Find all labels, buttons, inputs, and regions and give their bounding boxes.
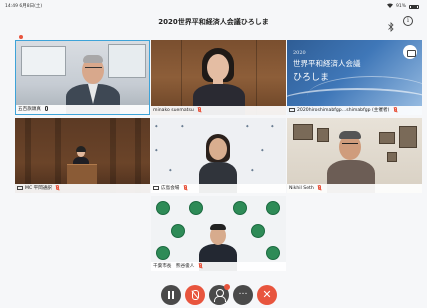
backdrop-logo: ◆ (261, 148, 264, 152)
backdrop-logo: ◆ (246, 124, 249, 128)
city-emblem (189, 201, 203, 215)
screen-icon (153, 185, 159, 190)
wall-stripe (55, 118, 61, 193)
screen-share-icon[interactable] (403, 45, 417, 59)
city-emblem (171, 224, 185, 238)
bluetooth-icon[interactable] (387, 17, 395, 32)
wifi-icon (386, 3, 393, 10)
banner-city: ひろしま (293, 73, 330, 83)
wall-picture (317, 128, 329, 142)
leave-meeting-button[interactable]: ✕ (257, 285, 277, 305)
city-emblem (156, 201, 170, 215)
backdrop-logo: ◆ (251, 168, 254, 172)
video-tile-6[interactable]: Nikhil Seth (287, 118, 422, 193)
webex-meeting-screen: 14:49 6月8日(土) 91% 2020世界平和経済人会議ひろしま i 五百… (0, 0, 427, 308)
wall-panel (181, 40, 182, 115)
participant-head (209, 138, 227, 160)
wall-panel (256, 40, 257, 115)
background-window (21, 46, 66, 76)
backdrop-logo: ◆ (271, 124, 274, 128)
wall-stripe (110, 118, 116, 193)
banner-title: 世界平和経済人会議 (293, 59, 361, 68)
wall-picture (379, 132, 395, 144)
participant-head (207, 54, 229, 81)
participant-hair (339, 131, 361, 139)
wall-picture (387, 152, 397, 162)
banner-year: 2020 (293, 50, 306, 56)
mic-muted-icon (56, 185, 60, 190)
participant-name-label: 2020hiroshimabfgp…shimabfgp (主催者) (287, 106, 422, 115)
participant-name: 2020hiroshimabfgp…shimabfgp (主催者) (297, 108, 390, 113)
participant-hair (76, 146, 86, 152)
backdrop-logo: ◆ (181, 124, 184, 128)
participant-name: 広島会場 (161, 186, 180, 191)
participant-name-label: minako suematsu (151, 106, 286, 115)
mic-muted-icon (198, 107, 202, 112)
status-bar: 14:49 6月8日(土) 91% (0, 0, 427, 11)
status-right: 91% (386, 3, 419, 10)
participant-name: 五百旗頭真 (18, 107, 41, 112)
screen-icon (17, 185, 23, 190)
wall-stripe (135, 118, 141, 193)
meeting-title: 2020世界平和経済人会議ひろしま (158, 18, 269, 26)
participant-name: MC 平岡通訳 (25, 186, 53, 191)
participant-name: 千葉市長 熊谷俊人 (153, 264, 195, 269)
status-time: 14:49 6月8日(土) (5, 3, 42, 9)
backdrop-logo: ◆ (155, 148, 158, 152)
meeting-controls: … ✕ (0, 283, 427, 308)
participant-glasses (342, 143, 358, 147)
participant-name-label: 五百旗頭真 (16, 105, 149, 114)
mic-muted-icon (318, 185, 322, 190)
video-tile-2[interactable]: minako suematsu (151, 40, 286, 115)
meeting-titlebar: 2020世界平和経済人会議ひろしま i (0, 11, 427, 33)
mic-on-icon (45, 106, 49, 111)
participant-name: Nikhil Seth (289, 186, 314, 191)
battery-icon (409, 4, 419, 9)
wall-picture (293, 124, 313, 140)
video-tile-4[interactable]: MC 平岡通訳 (15, 118, 150, 193)
video-tile-5[interactable]: ◆ ◆ ◆ ◆ ◆ ◆ ◆ ◆ 広島会場 (151, 118, 286, 193)
screen-icon (289, 107, 295, 112)
participant-hair (83, 55, 103, 63)
event-banner: 2020 世界平和経済人会議 ひろしま (293, 50, 361, 83)
participants-badge (224, 284, 230, 290)
wall-stripe (25, 118, 31, 193)
participant-name-label: 広島会場 (151, 184, 286, 193)
pause-video-button[interactable] (161, 285, 181, 305)
city-emblem (156, 246, 170, 260)
info-icon[interactable]: i (403, 16, 413, 26)
city-emblem (251, 224, 265, 238)
mute-button[interactable] (185, 285, 205, 305)
participant-name-label: MC 平岡通訳 (15, 184, 150, 193)
participant-hair (210, 224, 226, 230)
participant-name: minako suematsu (153, 108, 194, 113)
clock-date: 6月8日(土) (19, 4, 43, 9)
mic-muted-icon (198, 263, 202, 268)
video-tile-7[interactable]: 千葉市長 熊谷俊人 (151, 196, 286, 271)
video-tile-3[interactable]: 2020 世界平和経済人会議 ひろしま 2020hiroshimabfgp…sh… (287, 40, 422, 115)
video-tile-1[interactable]: 五百旗頭真 (15, 40, 150, 115)
participant-name-label: Nikhil Seth (287, 184, 422, 193)
more-options-button[interactable]: … (233, 285, 253, 305)
battery-percent: 91% (395, 4, 406, 9)
mic-muted-icon (183, 185, 187, 190)
clock-time: 14:49 (5, 4, 18, 9)
notification-dot (19, 35, 23, 39)
city-emblem (266, 201, 280, 215)
background-window (108, 44, 146, 78)
podium (67, 164, 97, 184)
backdrop-logo: ◆ (155, 124, 158, 128)
city-emblem (266, 246, 280, 260)
city-emblem (233, 201, 247, 215)
mic-muted-icon (393, 107, 397, 112)
participant-name-label: 千葉市長 熊谷俊人 (151, 262, 286, 271)
participant-glasses (85, 67, 102, 71)
wall-picture (399, 126, 417, 148)
backdrop-logo: ◆ (169, 168, 172, 172)
